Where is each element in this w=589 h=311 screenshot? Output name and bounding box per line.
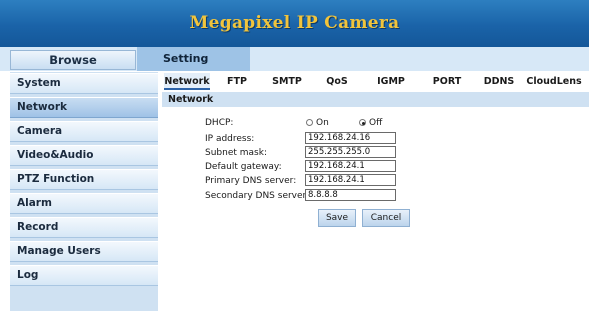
tab-cloudlens[interactable]: CloudLens: [526, 73, 582, 90]
secondary-dns-input[interactable]: 8.8.8.8: [305, 189, 396, 201]
cancel-button[interactable]: Cancel: [362, 209, 410, 227]
sidebar-item-log[interactable]: Log: [10, 265, 158, 286]
save-button[interactable]: Save: [318, 209, 356, 227]
tab-ftp[interactable]: FTP: [222, 73, 252, 90]
sidebar-item-alarm[interactable]: Alarm: [10, 193, 158, 214]
dhcp-label: DHCP:: [205, 118, 234, 128]
section-header: Network: [162, 92, 589, 107]
header-banner: Megapixel IP Camera: [0, 0, 589, 47]
secondary-dns-label: Secondary DNS server:: [205, 191, 310, 201]
app-title: Megapixel IP Camera: [189, 13, 400, 33]
sidebar-item-video-audio[interactable]: Video&Audio: [10, 145, 158, 166]
dhcp-off-label: Off: [369, 118, 383, 128]
dhcp-on-label: On: [316, 118, 329, 128]
sidebar-item-manage-users[interactable]: Manage Users: [10, 241, 158, 262]
sidebar-item-ptz-function[interactable]: PTZ Function: [10, 169, 158, 190]
tab-ddns[interactable]: DDNS: [480, 73, 518, 90]
dhcp-off-radio[interactable]: [359, 119, 366, 126]
tab-qos[interactable]: QoS: [322, 73, 352, 90]
dhcp-on-radio[interactable]: [306, 119, 313, 126]
ip-address-label: IP address:: [205, 134, 255, 144]
primary-dns-label: Primary DNS server:: [205, 176, 297, 186]
tab-igmp[interactable]: IGMP: [372, 73, 410, 90]
tab-smtp[interactable]: SMTP: [267, 73, 307, 90]
tab-port[interactable]: PORT: [428, 73, 466, 90]
sidebar-item-camera[interactable]: Camera: [10, 121, 158, 142]
primary-dns-input[interactable]: 192.168.24.1: [305, 174, 396, 186]
subnet-mask-input[interactable]: 255.255.255.0: [305, 146, 396, 158]
sidebar-item-network[interactable]: Network: [10, 97, 158, 118]
setting-tab[interactable]: Setting: [137, 47, 250, 71]
sidebar: System Network Camera Video&Audio PTZ Fu…: [10, 72, 158, 311]
browse-button[interactable]: Browse: [10, 50, 136, 70]
ip-address-input[interactable]: 192.168.24.16: [305, 132, 396, 144]
tab-bar: Network FTP SMTP QoS IGMP PORT DDNS Clou…: [162, 73, 582, 90]
tab-network[interactable]: Network: [164, 73, 210, 90]
sidebar-item-system[interactable]: System: [10, 73, 158, 94]
default-gateway-label: Default gateway:: [205, 162, 282, 172]
sidebar-item-record[interactable]: Record: [10, 217, 158, 238]
default-gateway-input[interactable]: 192.168.24.1: [305, 160, 396, 172]
subnet-mask-label: Subnet mask:: [205, 148, 267, 158]
